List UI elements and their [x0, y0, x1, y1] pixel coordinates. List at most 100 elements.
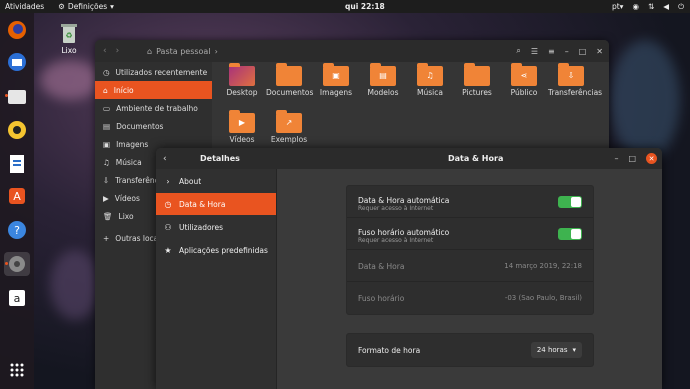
timezone-label: Fuso horário	[358, 294, 405, 303]
video-icon: ▶	[103, 193, 109, 203]
sidebar-item-date-time[interactable]: ◷ Data & Hora	[156, 193, 276, 215]
plus-icon: +	[103, 233, 110, 243]
rhythmbox-launcher[interactable]	[4, 118, 30, 142]
auto-datetime-row[interactable]: Data & Hora automática Requer acesso à I…	[347, 186, 593, 218]
file-item-downloads[interactable]: ⇩ Transferências	[548, 63, 602, 97]
file-item-pictures-en[interactable]: Pictures	[454, 63, 500, 97]
amazon-launcher[interactable]: a	[4, 286, 30, 310]
share-folder-icon: ⋖	[511, 63, 537, 86]
forward-button[interactable]: ›	[116, 46, 120, 56]
back-button[interactable]: ‹	[103, 46, 107, 56]
nav-buttons: ‹ ›	[103, 46, 119, 56]
sidebar-item-recent[interactable]: ◷ Utilizados recentemente	[95, 63, 212, 81]
language-indicator[interactable]: pt▾	[612, 2, 623, 11]
datetime-label: Data & Hora	[358, 262, 405, 271]
dock: A ? a	[0, 13, 34, 389]
menu-icon[interactable]: ≡	[548, 47, 555, 56]
desktop-folder-icon	[229, 63, 255, 86]
music-icon: ♫	[103, 157, 110, 167]
show-apps-button[interactable]	[4, 358, 30, 382]
network-icon[interactable]: ⇅	[648, 2, 654, 11]
software-launcher[interactable]: A	[4, 184, 30, 208]
auto-datetime-switch[interactable]	[558, 196, 582, 208]
datetime-row: Data & Hora 14 março 2019, 22:18	[347, 250, 593, 282]
panel-title: Detalhes	[200, 154, 240, 163]
chevron-right-icon: ›	[166, 176, 170, 186]
list-view-icon[interactable]: ☰	[531, 47, 538, 56]
home-icon: ⌂	[103, 85, 108, 95]
thunderbird-launcher[interactable]	[4, 50, 30, 74]
file-item-documents[interactable]: Documentos	[266, 63, 313, 97]
app-menu-label: Definições	[67, 2, 108, 11]
settings-icon	[9, 256, 25, 272]
file-item-public[interactable]: ⋖ Público	[501, 63, 547, 97]
minimize-button[interactable]: –	[565, 47, 569, 56]
time-format-label: Formato de hora	[358, 346, 421, 355]
svg-text:?: ?	[14, 224, 20, 237]
desktop-icon: ▭	[103, 103, 111, 113]
file-item-pictures[interactable]: ▣ Imagens	[313, 63, 359, 97]
maximize-button[interactable]: □	[628, 154, 636, 163]
window-title: Data & Hora	[448, 154, 504, 163]
clock[interactable]: qui 22:18	[345, 2, 385, 11]
firefox-launcher[interactable]	[4, 18, 30, 42]
sidebar-item-home[interactable]: ⌂ Início	[95, 81, 212, 99]
folder-icon	[8, 90, 26, 104]
file-item-examples[interactable]: ↗ Exemplos	[266, 110, 312, 144]
auto-timezone-label: Fuso horário automático	[358, 228, 450, 237]
activities-button[interactable]: Atividades	[5, 2, 44, 11]
top-bar: Atividades ⚙ Definições ▾ qui 22:18 pt▾ …	[0, 0, 690, 13]
maximize-button[interactable]: □	[579, 47, 587, 56]
help-launcher[interactable]: ?	[4, 218, 30, 242]
document-icon: ▤	[103, 121, 111, 131]
time-format-card: Formato de hora 24 horas ▾	[346, 333, 594, 367]
trash-label: Lixo	[61, 46, 77, 55]
settings-sidebar: › About ◷ Data & Hora ⚇ Utilizadores ★ Aplic…	[156, 169, 277, 389]
close-button[interactable]: ✕	[646, 153, 657, 164]
file-item-music[interactable]: ♫ Música	[407, 63, 453, 97]
power-icon[interactable]: ⏻	[678, 2, 684, 12]
writer-icon	[10, 155, 24, 173]
chevron-down-icon: ▾	[110, 2, 114, 11]
sidebar-item-default-apps[interactable]: ★ Aplicações predefinidas	[156, 239, 276, 261]
svg-text:A: A	[13, 190, 21, 203]
wallpaper-light	[50, 250, 100, 320]
auto-timezone-row[interactable]: Fuso horário automático Requer acesso à …	[347, 218, 593, 250]
sidebar-item-documents[interactable]: ▤ Documentos	[95, 117, 212, 135]
file-item-templates[interactable]: ▤ Modelos	[360, 63, 406, 97]
minimize-button[interactable]: –	[614, 154, 618, 163]
files-launcher[interactable]	[4, 84, 30, 108]
app-grid-icon	[10, 363, 24, 377]
date-time-card: Data & Hora automática Requer acesso à I…	[346, 185, 594, 315]
software-center-icon: A	[9, 188, 25, 204]
back-button[interactable]: ‹	[163, 154, 167, 164]
file-item-desktop[interactable]: Desktop	[219, 63, 265, 97]
amazon-icon: a	[9, 290, 25, 306]
search-icon[interactable]: ⌕	[516, 46, 520, 56]
gear-icon: ⚙	[58, 2, 65, 11]
sidebar-item-about[interactable]: › About	[156, 170, 276, 192]
desktop-trash[interactable]: ♻ Lixo	[56, 22, 82, 55]
clock-icon: ◷	[164, 199, 172, 209]
file-item-videos[interactable]: ▶ Vídeos	[219, 110, 265, 144]
app-menu[interactable]: ⚙ Definições ▾	[58, 2, 114, 11]
files-window-controls: ⌕ ☰ ≡ – □ ✕	[516, 46, 603, 56]
sidebar-item-desktop[interactable]: ▭ Ambiente de trabalho	[95, 99, 212, 117]
download-icon: ⇩	[103, 175, 110, 185]
settings-launcher[interactable]	[4, 252, 30, 276]
svg-text:a: a	[14, 292, 21, 305]
chevron-down-icon: ▾	[572, 346, 576, 354]
close-button[interactable]: ✕	[596, 47, 603, 56]
path-bar[interactable]: ⌂ Pasta pessoal ›	[147, 47, 218, 56]
image-folder-icon: ▣	[323, 63, 349, 86]
volume-icon[interactable]: ◀	[663, 2, 669, 11]
accessibility-icon[interactable]: ◉	[632, 2, 639, 11]
files-headerbar: ‹ › ⌂ Pasta pessoal › ⌕ ☰ ≡ – □ ✕	[95, 40, 609, 62]
writer-launcher[interactable]	[4, 152, 30, 176]
download-folder-icon: ⇩	[558, 63, 584, 86]
datetime-value: 14 março 2019, 22:18	[504, 262, 582, 270]
time-format-dropdown[interactable]: 24 horas ▾	[530, 342, 582, 358]
auto-timezone-switch[interactable]	[558, 228, 582, 240]
image-icon: ▣	[103, 139, 111, 149]
sidebar-item-users[interactable]: ⚇ Utilizadores	[156, 216, 276, 238]
